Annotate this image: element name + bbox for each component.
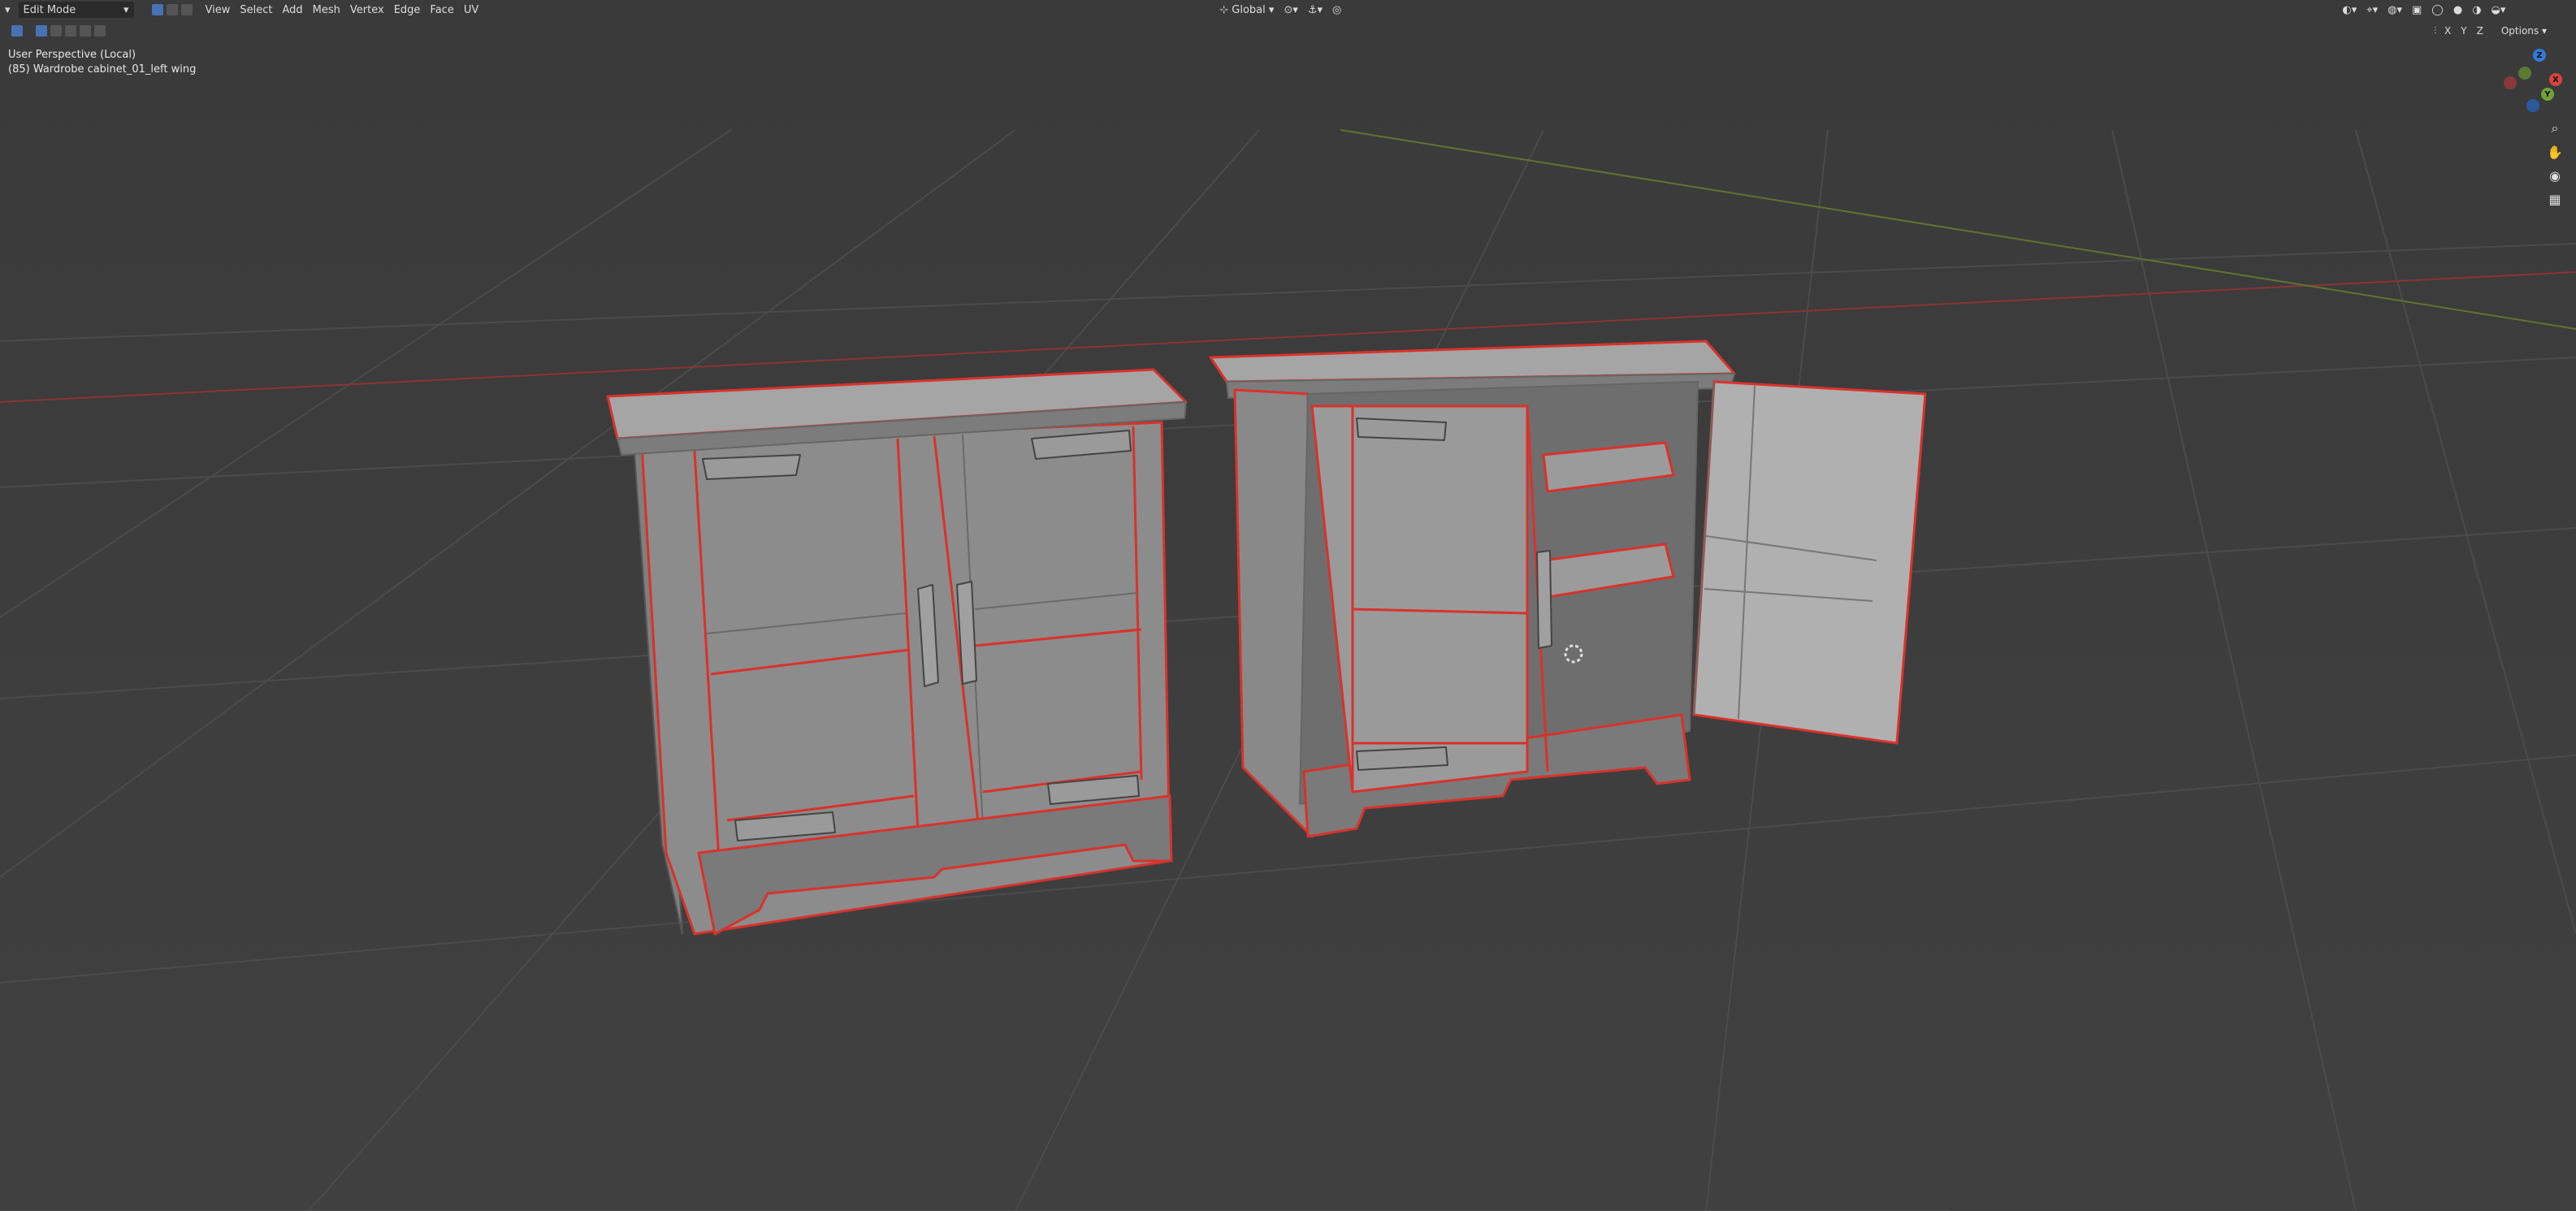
perspective-label: User Perspective (Local): [8, 49, 136, 61]
select-mode-invert-icon[interactable]: [80, 25, 91, 37]
select-mode-new-icon[interactable]: [36, 25, 47, 37]
gizmo-y[interactable]: Y: [2541, 88, 2554, 101]
menu-mesh[interactable]: Mesh: [308, 2, 345, 18]
snap-icon[interactable]: ⚓▾: [1303, 2, 1327, 18]
shading-render-icon[interactable]: ◒▾: [2487, 2, 2511, 18]
shading-material-icon[interactable]: ◑: [2467, 2, 2486, 18]
options-label: Options: [2500, 25, 2539, 37]
vertex-select-icon[interactable]: [151, 4, 163, 15]
pivot-icon[interactable]: ⊙▾: [1279, 2, 1302, 18]
visibility-icon[interactable]: ◐▾: [2337, 2, 2362, 18]
gizmo-toggle-icon[interactable]: ⌖▾: [2362, 2, 2383, 18]
right-door-open: [1692, 380, 1927, 745]
gizmo-x[interactable]: X: [2549, 73, 2562, 86]
axis-z[interactable]: Z: [2472, 23, 2488, 39]
3d-viewport[interactable]: [0, 0, 2576, 1211]
menu-vertex[interactable]: Vertex: [345, 2, 389, 18]
viewport-header: ▾ Edit Mode ▾ View Select Add Mesh Verte…: [0, 0, 2576, 19]
hinge-right-bottom: [1356, 746, 1448, 771]
editor-type-icon[interactable]: ▾: [0, 2, 15, 18]
transform-orientation[interactable]: ⊹ Global ▾: [1214, 2, 1279, 18]
select-mode-intersect-icon[interactable]: [94, 25, 106, 37]
face-select-icon[interactable]: [180, 4, 193, 15]
zoom-icon[interactable]: ⌕: [2545, 119, 2565, 138]
menu-select[interactable]: Select: [235, 2, 277, 18]
overlay-icon[interactable]: ◍▾: [2383, 2, 2407, 18]
cabinet-left: [606, 368, 1188, 936]
gizmo-neg-z[interactable]: [2526, 99, 2539, 112]
menu-face[interactable]: Face: [425, 2, 458, 18]
options-button[interactable]: Options ▾: [2496, 23, 2552, 39]
shading-solid-icon[interactable]: ●: [2448, 2, 2467, 18]
select-mode-subtract-icon[interactable]: [65, 25, 76, 37]
xray-icon[interactable]: ▣: [2407, 2, 2427, 18]
menu-add[interactable]: Add: [278, 2, 308, 18]
gizmo-neg-y[interactable]: [2518, 67, 2531, 80]
orientation-icon: ⊹: [1219, 3, 1232, 16]
hinge-top-left: [702, 454, 801, 480]
tool-icon[interactable]: [11, 25, 23, 37]
chevron-down-icon: ▾: [123, 3, 129, 16]
grid-icon[interactable]: ▦: [2545, 189, 2565, 209]
gizmo-neg-x[interactable]: [2504, 76, 2517, 89]
navigation-gizmo[interactable]: Z X Y: [2502, 49, 2567, 114]
hand-icon[interactable]: ✋: [2545, 142, 2565, 162]
handle-right-door: [1536, 550, 1552, 649]
menu-edge[interactable]: Edge: [389, 2, 426, 18]
select-mode-extend-icon[interactable]: [50, 25, 62, 37]
mode-label: Edit Mode: [23, 3, 76, 16]
chevron-down-icon: ▾: [1265, 3, 1275, 16]
mode-dropdown[interactable]: Edit Mode ▾: [18, 2, 134, 18]
camera-icon[interactable]: ◉: [2545, 166, 2565, 185]
axis-x[interactable]: X: [2440, 23, 2456, 39]
transform-orientation-label: Global: [1232, 3, 1266, 16]
object-label: (85) Wardrobe cabinet_01_left wing: [8, 63, 197, 76]
mirror-icon[interactable]: ⫶: [2434, 25, 2440, 37]
hinge-right-top: [1356, 417, 1447, 441]
menu-uv[interactable]: UV: [459, 2, 483, 18]
shading-wire-icon[interactable]: ◯: [2427, 2, 2448, 18]
tool-settings: [0, 23, 107, 39]
axis-y[interactable]: Y: [2456, 23, 2471, 39]
edge-select-icon[interactable]: [166, 4, 178, 15]
gizmo-z[interactable]: Z: [2533, 49, 2546, 62]
proportional-icon[interactable]: ◎: [1327, 2, 1346, 18]
tool-settings-right: ⫶ X Y Z Options ▾: [2434, 23, 2552, 39]
menu-view[interactable]: View: [201, 2, 236, 18]
